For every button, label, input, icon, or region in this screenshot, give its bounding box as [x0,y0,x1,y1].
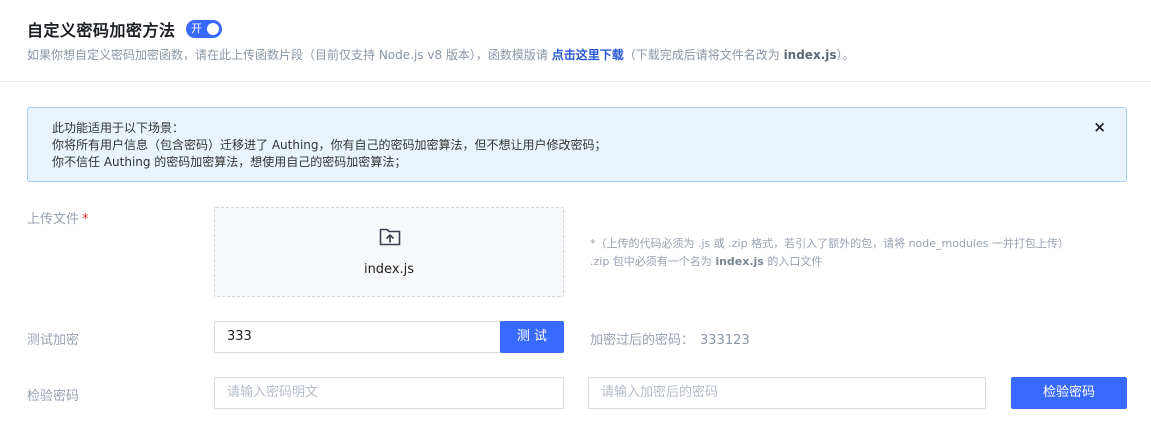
upload-hint: *（上传的代码必须为 .js 或 .zip 格式，若引入了额外的包，请将 nod… [590,235,1069,271]
desc-suffix: ）。 [836,48,855,62]
required-mark: * [82,212,89,227]
alert-text: 此功能适用于以下场景： 你将所有用户信息（包含密码）迁移进了 Authing，你… [52,120,607,171]
result-label: 加密过后的密码： [590,333,695,348]
uploaded-file-name: index.js [363,262,415,277]
test-label: 测试加密 [27,333,80,348]
verify-password-button[interactable]: 检验密码 [1011,377,1127,409]
encrypt-result: 加密过后的密码： 333123 [590,329,750,348]
folder-upload-icon [379,228,401,246]
hint-suffix: 的入口文件 [763,255,823,268]
encrypted-password-input[interactable]: 请输入加密后的密码 [588,377,986,409]
enable-toggle[interactable]: 开 [186,20,222,38]
test-input[interactable]: 333 [214,321,504,353]
alert-line: 你将所有用户信息（包含密码）迁移进了 Authing，你有自己的密码加密算法，但… [52,138,607,152]
alert-line: 你不信任 Authing 的密码加密算法，想使用自己的密码加密算法； [52,155,407,169]
desc-file: index.js [783,48,837,62]
desc-mid: （下载完成后请将文件名改为 [623,48,784,62]
toggle-knob [207,23,219,35]
close-icon[interactable]: × [1093,118,1106,136]
page-title: 自定义密码加密方法 [27,21,176,40]
result-value: 333123 [700,333,750,348]
desc-prefix: 如果你想自定义密码加密函数，请在此上传函数片段（目前仅支持 Node.js v8… [27,48,552,62]
file-upload-area[interactable]: index.js [214,207,564,297]
download-template-link[interactable]: 点击这里下载 [552,48,624,62]
hint-line-2: .zip 包中必须有一个名为 index.js 的入口文件 [590,253,1069,271]
test-button[interactable]: 测 试 [500,321,564,353]
upload-label: 上传文件 * [27,208,89,227]
toggle-label: 开 [191,22,202,35]
hint-file: index.js [715,255,764,268]
hint-line-1: *（上传的代码必须为 .js 或 .zip 格式，若引入了额外的包，请将 nod… [590,237,1069,250]
description: 如果你想自定义密码加密函数，请在此上传函数片段（目前仅支持 Node.js v8… [27,46,855,63]
settings-header: 自定义密码加密方法 开 如果你想自定义密码加密函数，请在此上传函数片段（目前仅支… [0,0,1151,82]
alert-line: 此功能适用于以下场景： [52,121,185,135]
verify-label: 检验密码 [27,389,80,404]
info-alert: 此功能适用于以下场景： 你将所有用户信息（包含密码）迁移进了 Authing，你… [27,107,1127,182]
hint-prefix: .zip 包中必须有一个名为 [590,255,716,268]
plain-password-input[interactable]: 请输入密码明文 [214,377,564,409]
upload-label-text: 上传文件 [27,212,80,227]
